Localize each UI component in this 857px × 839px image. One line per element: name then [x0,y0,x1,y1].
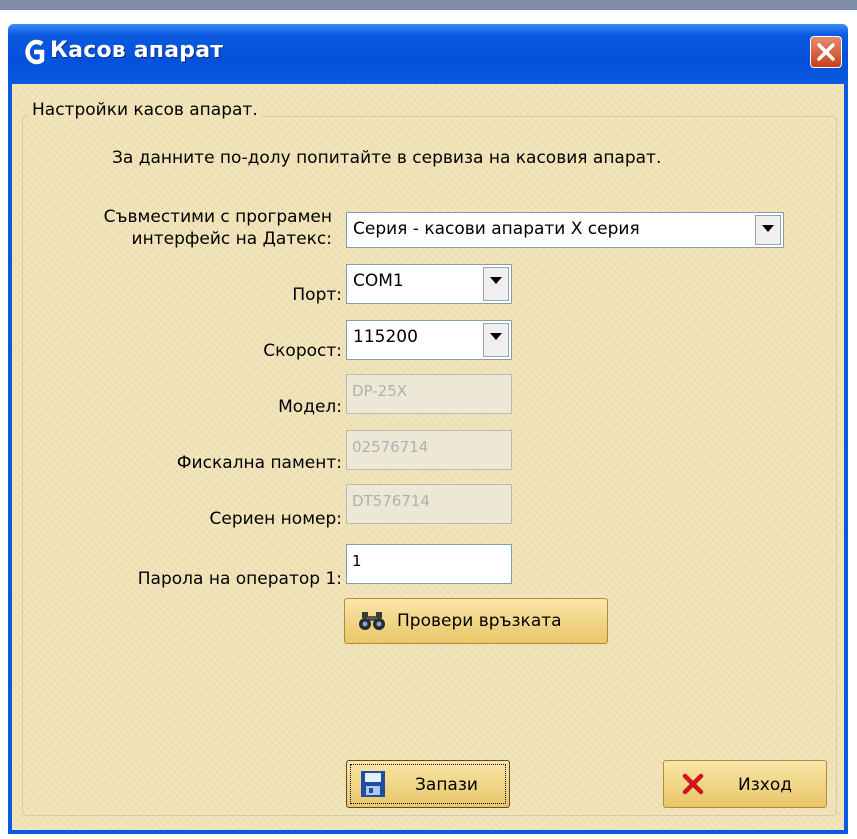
interface-label-line2: интерфейс на Датекс: [131,229,332,249]
title-bar[interactable]: Касов апарат [8,24,848,84]
speed-combo-value: 115200 [353,327,418,347]
interface-label: Съвместими с програмен интерфейс на Дате… [52,206,332,250]
exit-label: Изход [738,775,792,795]
operator-password-input[interactable]: 1 [346,544,512,584]
interface-combo[interactable]: Серия - касови апарати X серия [346,212,784,248]
close-button[interactable] [810,36,842,68]
save-label: Запази [415,775,478,795]
model-label: Модел: [278,397,342,417]
info-text: За данните по-долу попитайте в сервиза н… [112,148,662,168]
chevron-down-icon [762,225,774,232]
port-combo-value: COM1 [353,271,404,291]
model-field: DP-25X [346,374,512,414]
port-combo[interactable]: COM1 [346,264,512,304]
serial-number-field: DT576714 [346,484,512,524]
save-button[interactable]: Запази [346,760,510,808]
red-x-icon [682,773,704,795]
app-logo-icon [25,39,45,65]
chevron-down-icon [490,333,502,340]
close-icon [817,43,835,61]
background-bar [0,0,857,10]
fiscal-memory-label: Фискална памент: [176,453,342,473]
interface-dropdown-button[interactable] [755,215,781,245]
operator-password-label: Парола на оператор 1: [137,569,342,589]
dialog-window: Касов апарат Настройки касов апарат. За … [8,24,848,834]
speed-label: Скорост: [263,341,342,361]
speed-dropdown-button[interactable] [483,323,509,357]
interface-combo-value: Серия - касови апарати X серия [353,219,640,239]
fiscal-memory-field: 02576714 [346,430,512,470]
floppy-disk-icon [361,771,385,797]
port-dropdown-button[interactable] [483,267,509,301]
group-caption: Настройки касов апарат. [28,100,262,120]
speed-combo[interactable]: 115200 [346,320,512,360]
check-connection-button[interactable]: Провери връзката [344,598,608,644]
window-title: Касов апарат [50,38,224,63]
check-connection-label: Провери връзката [397,611,562,631]
dialog-body: Настройки касов апарат. За данните по-до… [12,84,844,830]
port-label: Порт: [292,285,342,305]
interface-label-line1: Съвместими с програмен [103,207,332,227]
serial-number-label: Сериен номер: [209,509,342,529]
chevron-down-icon [490,277,502,284]
binoculars-icon [359,612,385,630]
exit-button[interactable]: Изход [663,760,827,808]
